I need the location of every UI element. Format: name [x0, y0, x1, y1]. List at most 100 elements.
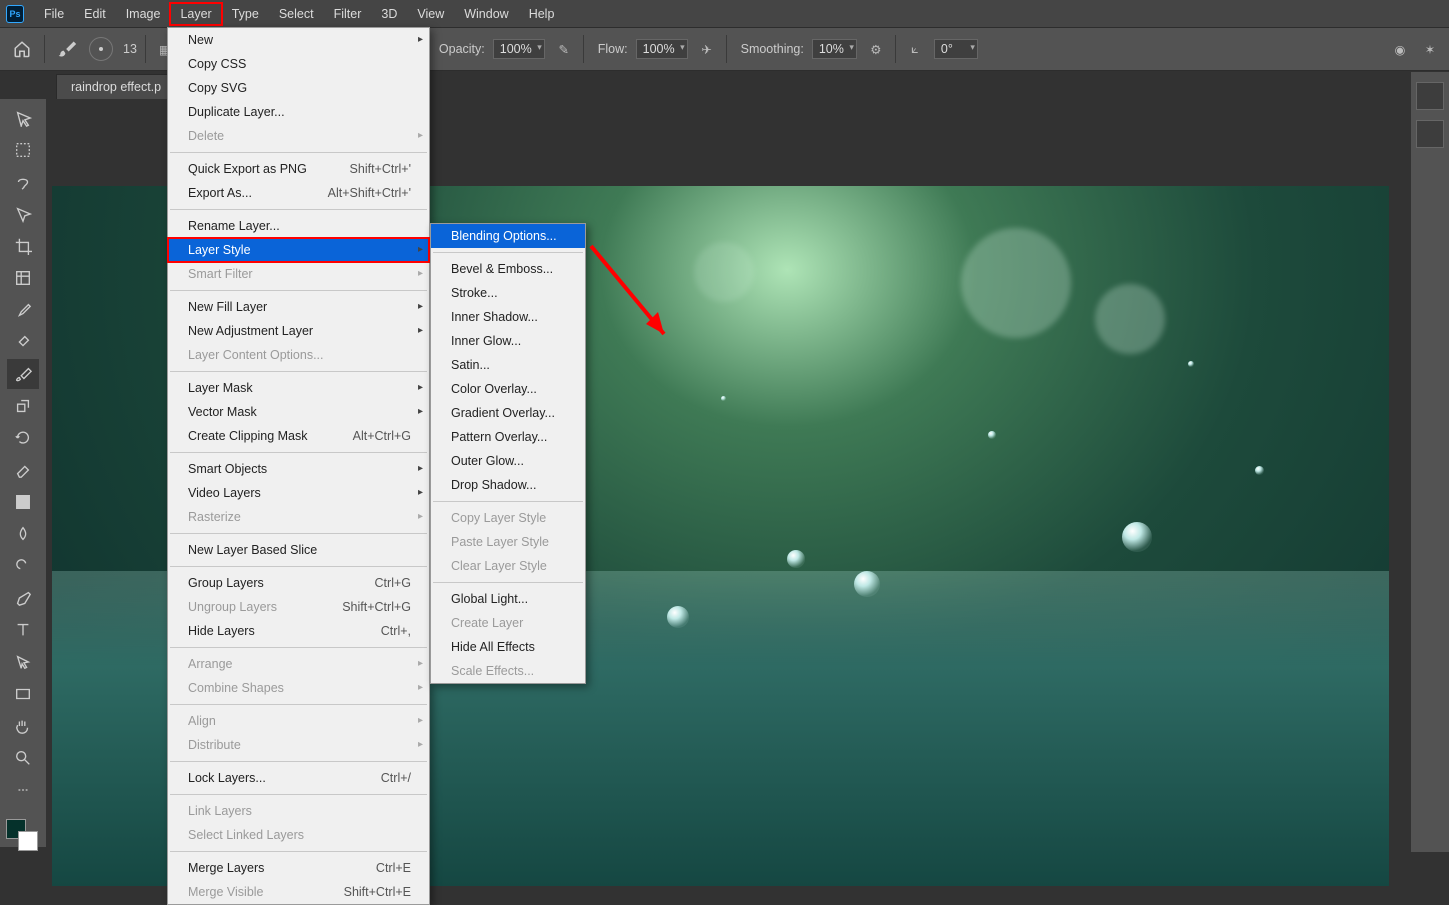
tool-history-brush[interactable] — [7, 423, 39, 453]
layer-menu-copy-svg[interactable]: Copy SVG — [168, 76, 429, 100]
layer-menu-quick-export-as-png[interactable]: Quick Export as PNG Shift+Ctrl+' — [168, 157, 429, 181]
menu-view[interactable]: View — [407, 3, 454, 25]
menu-separator — [433, 582, 583, 583]
menu-separator — [433, 252, 583, 253]
pressure-opacity-icon[interactable]: ✎ — [553, 38, 575, 60]
menu-edit[interactable]: Edit — [74, 3, 116, 25]
layer-menu-video-layers[interactable]: Video Layers — [168, 481, 429, 505]
brush-tool-icon[interactable] — [53, 35, 81, 63]
tool-crop[interactable] — [7, 231, 39, 261]
flow-label: Flow: — [598, 42, 628, 56]
layer-menu-copy-css[interactable]: Copy CSS — [168, 52, 429, 76]
layer-menu-new[interactable]: New — [168, 28, 429, 52]
layer-menu-duplicate-layer[interactable]: Duplicate Layer... — [168, 100, 429, 124]
tool-gradient[interactable] — [7, 487, 39, 517]
menu-image[interactable]: Image — [116, 3, 171, 25]
tool-eraser[interactable] — [7, 455, 39, 485]
menu-3d[interactable]: 3D — [371, 3, 407, 25]
brush-preview[interactable] — [89, 37, 113, 61]
tool-quick-select[interactable] — [7, 199, 39, 229]
tool-frame[interactable] — [7, 263, 39, 293]
menu-item-label: Quick Export as PNG — [188, 160, 307, 178]
menu-item-label: Clear Layer Style — [451, 557, 547, 575]
style-menu-outer-glow[interactable]: Outer Glow... — [431, 449, 585, 473]
layer-menu-select-linked-layers: Select Linked Layers — [168, 823, 429, 847]
tool-type[interactable] — [7, 615, 39, 645]
layer-menu-new-layer-based-slice[interactable]: New Layer Based Slice — [168, 538, 429, 562]
airbrush-icon[interactable]: ✈ — [696, 38, 718, 60]
document-tab[interactable]: raindrop effect.p — [56, 74, 176, 99]
tool-marquee[interactable] — [7, 135, 39, 165]
style-menu-global-light[interactable]: Global Light... — [431, 587, 585, 611]
layer-menu-lock-layers[interactable]: Lock Layers...Ctrl+/ — [168, 766, 429, 790]
panel-button[interactable] — [1416, 82, 1444, 110]
menu-type[interactable]: Type — [222, 3, 269, 25]
menu-item-label: Outer Glow... — [451, 452, 524, 470]
menu-filter[interactable]: Filter — [324, 3, 372, 25]
tool-clone[interactable] — [7, 391, 39, 421]
layer-menu-group-layers[interactable]: Group LayersCtrl+G — [168, 571, 429, 595]
tool-brush[interactable] — [7, 359, 39, 389]
panel-button[interactable] — [1416, 120, 1444, 148]
layer-menu-delete: Delete — [168, 124, 429, 148]
home-icon[interactable] — [8, 35, 36, 63]
layer-menu-smart-objects[interactable]: Smart Objects — [168, 457, 429, 481]
tool-pen[interactable] — [7, 583, 39, 613]
style-menu-stroke[interactable]: Stroke... — [431, 281, 585, 305]
tool-lasso[interactable] — [7, 167, 39, 197]
layer-menu-new-adjustment-layer[interactable]: New Adjustment Layer — [168, 319, 429, 343]
layer-menu-new-fill-layer[interactable]: New Fill Layer — [168, 295, 429, 319]
layer-menu-smart-filter: Smart Filter — [168, 262, 429, 286]
layer-menu-create-clipping-mask[interactable]: Create Clipping MaskAlt+Ctrl+G — [168, 424, 429, 448]
layer-menu-hide-layers[interactable]: Hide LayersCtrl+, — [168, 619, 429, 643]
menu-separator — [433, 501, 583, 502]
tool-more[interactable] — [7, 775, 39, 805]
menu-item-label: Align — [188, 712, 216, 730]
menu-separator — [170, 566, 427, 567]
tool-hand[interactable] — [7, 711, 39, 741]
gear-icon[interactable]: ⚙ — [865, 38, 887, 60]
style-menu-color-overlay[interactable]: Color Overlay... — [431, 377, 585, 401]
menu-item-shortcut: Shift+Ctrl+' — [350, 160, 411, 178]
divider — [895, 35, 896, 63]
menu-separator — [170, 761, 427, 762]
menu-layer[interactable]: Layer — [170, 3, 221, 25]
style-menu-drop-shadow[interactable]: Drop Shadow... — [431, 473, 585, 497]
tool-eyedropper[interactable] — [7, 295, 39, 325]
pressure-size-icon[interactable]: ◉ — [1389, 38, 1411, 60]
flow-field[interactable]: 100% — [636, 39, 688, 59]
style-menu-gradient-overlay[interactable]: Gradient Overlay... — [431, 401, 585, 425]
symmetry-icon[interactable]: ✶ — [1419, 38, 1441, 60]
layer-menu-export-as[interactable]: Export As...Alt+Shift+Ctrl+' — [168, 181, 429, 205]
angle-field[interactable]: 0° — [934, 39, 978, 59]
style-menu-inner-glow[interactable]: Inner Glow... — [431, 329, 585, 353]
smoothing-field[interactable]: 10% — [812, 39, 857, 59]
menu-item-label: Drop Shadow... — [451, 476, 536, 494]
menu-file[interactable]: File — [34, 3, 74, 25]
tool-path-select[interactable] — [7, 647, 39, 677]
style-menu-inner-shadow[interactable]: Inner Shadow... — [431, 305, 585, 329]
layer-menu-rename-layer[interactable]: Rename Layer... — [168, 214, 429, 238]
menu-item-shortcut: Alt+Shift+Ctrl+' — [328, 184, 411, 202]
menu-item-label: Pattern Overlay... — [451, 428, 547, 446]
style-menu-hide-all-effects[interactable]: Hide All Effects — [431, 635, 585, 659]
opacity-field[interactable]: 100% — [493, 39, 545, 59]
tool-move[interactable] — [7, 103, 39, 133]
style-menu-pattern-overlay[interactable]: Pattern Overlay... — [431, 425, 585, 449]
tool-blur[interactable] — [7, 519, 39, 549]
style-menu-blending-options[interactable]: Blending Options... — [431, 224, 585, 248]
style-menu-satin[interactable]: Satin... — [431, 353, 585, 377]
menu-help[interactable]: Help — [519, 3, 565, 25]
layer-menu-merge-layers[interactable]: Merge LayersCtrl+E — [168, 856, 429, 880]
menu-window[interactable]: Window — [454, 3, 518, 25]
menu-select[interactable]: Select — [269, 3, 324, 25]
layer-menu-layer-mask[interactable]: Layer Mask — [168, 376, 429, 400]
tool-healing[interactable] — [7, 327, 39, 357]
style-menu-bevel-emboss[interactable]: Bevel & Emboss... — [431, 257, 585, 281]
layer-menu-vector-mask[interactable]: Vector Mask — [168, 400, 429, 424]
tool-dodge[interactable] — [7, 551, 39, 581]
background-color[interactable] — [18, 831, 38, 851]
tool-zoom[interactable] — [7, 743, 39, 773]
tool-rectangle[interactable] — [7, 679, 39, 709]
layer-menu-layer-style[interactable]: Layer Style — [168, 238, 429, 262]
